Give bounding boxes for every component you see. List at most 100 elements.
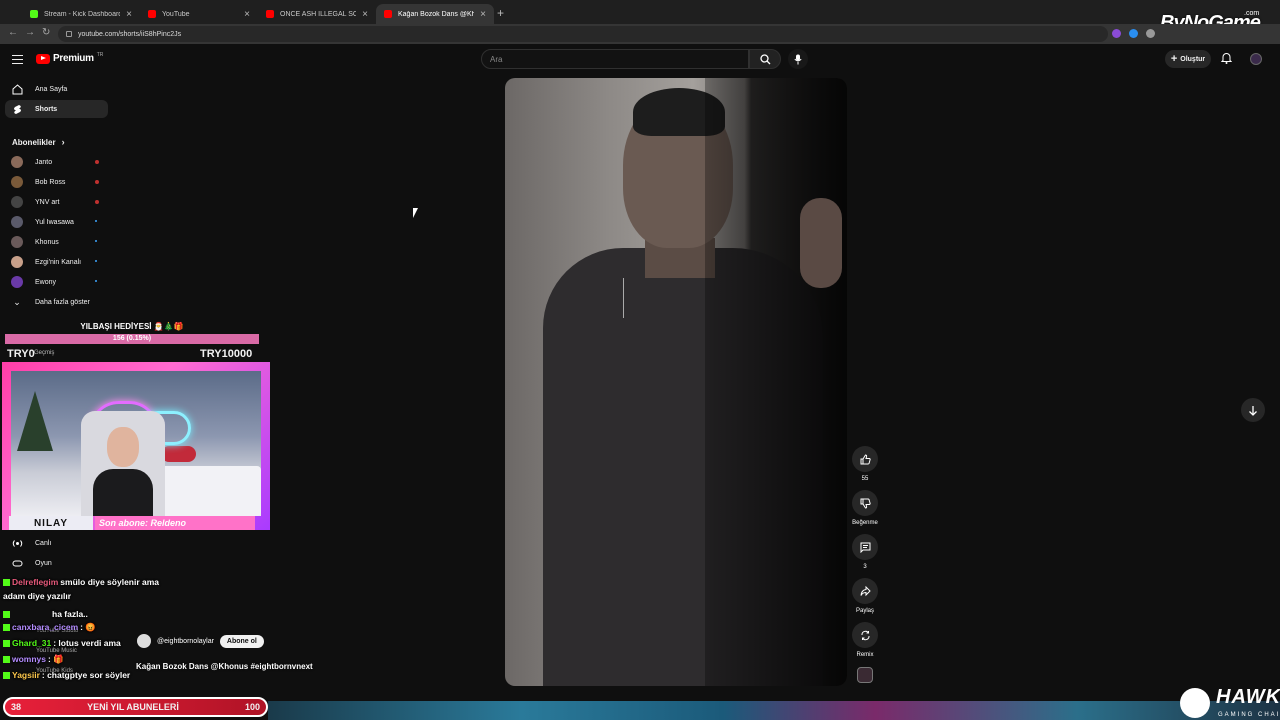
back-icon[interactable]: ← xyxy=(8,27,18,38)
reload-icon[interactable]: ↻ xyxy=(42,27,50,38)
channel-avatar xyxy=(11,236,23,248)
close-tab-icon[interactable]: × xyxy=(480,9,486,20)
sidebar-item-gaming[interactable]: Oyun xyxy=(5,555,108,571)
sidebar-item-janto[interactable]: Janto xyxy=(11,155,111,169)
mouse-cursor xyxy=(413,208,418,218)
last-subscriber: Son abone: Reldeno xyxy=(95,516,255,530)
sidebar-item-yul-iwasawa[interactable]: Yul Iwasawa xyxy=(11,215,111,229)
webcam-overlay: NILAY Son abone: Reldeno xyxy=(2,362,270,530)
goal-title: YENİ YIL ABUNELERİ xyxy=(87,702,179,712)
browser-tab-active[interactable]: Kağan Bozok Dans @Khonu × xyxy=(376,4,494,24)
mic-icon xyxy=(794,54,802,64)
channel-name[interactable]: @eightbornolaylar xyxy=(157,638,214,645)
browser-tab[interactable]: YouTube × xyxy=(140,4,258,24)
browser-tab[interactable]: Stream - Kick Dashboard × xyxy=(22,4,140,24)
new-content-indicator-icon xyxy=(95,260,97,262)
sidebar-item-shorts[interactable]: Shorts xyxy=(5,100,108,118)
channel-avatar xyxy=(11,216,23,228)
kick-badge-icon xyxy=(3,611,10,618)
live-indicator-icon xyxy=(95,200,99,204)
gift-goal-widget: YILBAŞI HEDİYESİ 🎅🎄🎁 156 (0.15%) xyxy=(5,320,259,346)
menu-icon[interactable] xyxy=(12,55,23,64)
dislike-button[interactable]: Beğenme xyxy=(851,490,879,526)
sidebar-item-home[interactable]: Ana Sayfa xyxy=(5,80,108,98)
pillow-image xyxy=(161,446,196,462)
extension-icon[interactable] xyxy=(1146,29,1155,38)
christmas-tree-image xyxy=(17,391,53,451)
forward-icon[interactable]: → xyxy=(25,27,35,38)
kick-badge-icon xyxy=(3,624,10,631)
search-button[interactable] xyxy=(749,49,781,69)
next-short-button[interactable] xyxy=(1241,398,1265,422)
share-button[interactable]: Paylaş xyxy=(851,578,879,614)
sidebar-item-bob-ross[interactable]: Bob Ross xyxy=(11,175,111,189)
extension-icon[interactable] xyxy=(1129,29,1138,38)
gaming-icon xyxy=(12,560,23,566)
shorts-icon xyxy=(14,104,21,114)
live-indicator-icon xyxy=(95,180,99,184)
comment-icon xyxy=(860,542,870,553)
webcam-video xyxy=(11,371,261,516)
youtube-play-icon xyxy=(36,53,50,64)
chat-message: Ghard_31: lotus verdi ama xyxy=(3,638,121,648)
comments-button[interactable]: 3 xyxy=(851,534,879,570)
sidebar-show-more[interactable]: ⌄ Daha fazla göster xyxy=(11,295,111,309)
sidebar-item-live[interactable]: Canlı xyxy=(5,535,108,551)
streamer-name: NILAY xyxy=(9,516,93,530)
search-input[interactable]: Ara xyxy=(481,49,749,69)
notifications-button[interactable] xyxy=(1220,52,1233,67)
remix-button[interactable]: Remix xyxy=(851,622,879,658)
extension-icon[interactable] xyxy=(1112,29,1121,38)
create-button[interactable]: + Oluştur xyxy=(1165,50,1211,68)
bell-icon xyxy=(1220,53,1233,64)
new-content-indicator-icon xyxy=(95,220,97,222)
kick-badge-icon xyxy=(3,656,10,663)
subscribe-button[interactable]: Abone ol xyxy=(219,634,264,648)
gift-goal-title: YILBAŞI HEDİYESİ 🎅🎄🎁 xyxy=(80,322,184,331)
site-info-icon[interactable] xyxy=(66,31,72,37)
close-tab-icon[interactable]: × xyxy=(362,9,368,20)
channel-avatar[interactable] xyxy=(137,634,151,648)
goal-target: 100 xyxy=(244,702,260,712)
sidebar-item-history[interactable]: Geçmiş xyxy=(34,350,54,356)
close-tab-icon[interactable]: × xyxy=(244,9,250,20)
channel-avatar xyxy=(11,196,23,208)
hawk-sponsor-logo: HAWK GAMING CHAIR xyxy=(1180,684,1280,720)
arrow-down-icon xyxy=(1249,405,1257,416)
youtube-favicon-icon xyxy=(266,10,274,18)
necklace-image xyxy=(623,278,631,318)
new-tab-button[interactable]: + xyxy=(497,6,504,20)
sidebar-item-ezginin-kanali[interactable]: Ezgi'nin Kanalı xyxy=(11,255,111,269)
character-hand-image xyxy=(800,198,842,288)
short-channel-row: @eightbornolaylar Abone ol xyxy=(137,634,264,648)
chat-message: ha fazla.. xyxy=(3,609,88,619)
voice-search-button[interactable] xyxy=(788,49,808,69)
chevron-down-icon: ⌄ xyxy=(13,296,21,307)
youtube-logo[interactable]: Premium TR xyxy=(36,52,103,64)
home-icon xyxy=(12,83,23,94)
dislike-icon xyxy=(860,498,871,509)
sidebar-item-khonus[interactable]: Khonus xyxy=(11,235,111,249)
sidebar-item-ynv-art[interactable]: YNV art xyxy=(11,195,111,209)
subscriptions-header[interactable]: Abonelikler › xyxy=(12,137,65,147)
short-title[interactable]: Kağan Bozok Dans @Khonus #eightbornvnext xyxy=(136,662,313,671)
sound-thumbnail[interactable] xyxy=(857,667,873,683)
bynogame-suffix: .com xyxy=(1244,10,1260,17)
plus-icon: + xyxy=(1170,53,1178,65)
like-button[interactable]: 55 xyxy=(851,446,879,482)
new-content-indicator-icon xyxy=(95,280,97,282)
gift-goal-bar: 156 (0.15%) xyxy=(5,334,259,344)
url-field[interactable]: youtube.com/shorts/iiS8hPinc2Js xyxy=(58,26,1108,42)
kick-badge-icon xyxy=(3,579,10,586)
sidebar-item-ewony[interactable]: Ewony xyxy=(11,275,111,289)
kick-badge-icon xyxy=(3,672,10,679)
close-tab-icon[interactable]: × xyxy=(126,9,132,20)
shorts-video-player[interactable] xyxy=(505,78,847,686)
channel-avatar xyxy=(11,256,23,268)
account-avatar[interactable] xyxy=(1250,53,1262,65)
browser-tab-bar: Stream - Kick Dashboard × YouTube × ÖNCE… xyxy=(0,0,1280,34)
browser-tab[interactable]: ÖNCE ASH İLLEGAL SONRA M × xyxy=(258,4,376,24)
chevron-right-icon: › xyxy=(61,137,65,147)
like-icon xyxy=(860,453,871,464)
youtube-favicon-icon xyxy=(384,10,392,18)
